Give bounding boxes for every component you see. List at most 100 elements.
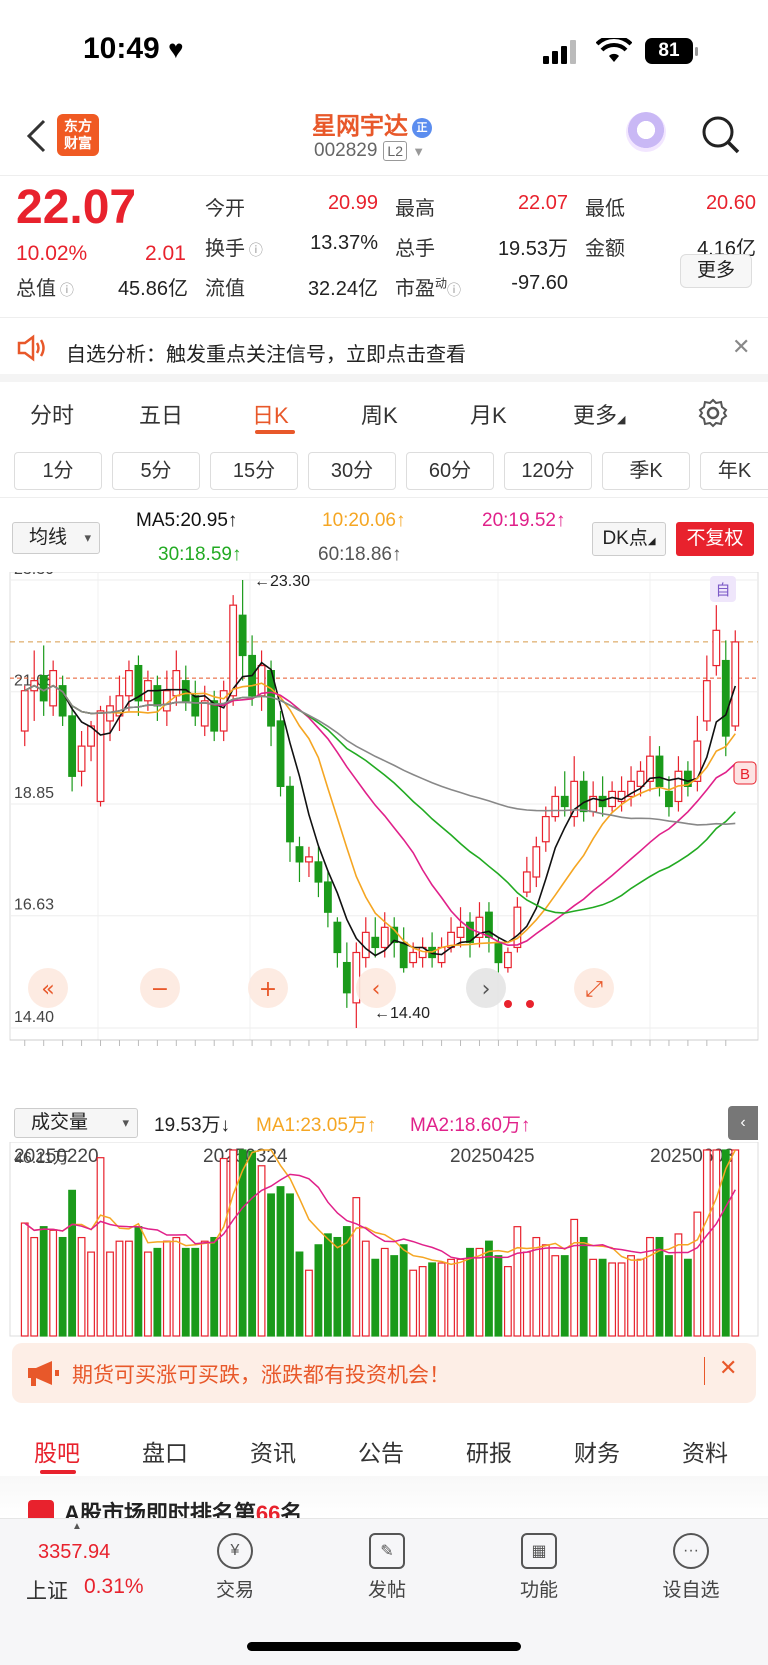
collapse-icon[interactable]: ‹: [728, 1106, 758, 1140]
volume-bar: [162, 1240, 171, 1337]
tab-pankou[interactable]: 盘口: [142, 1434, 188, 1468]
candle-body: [238, 614, 247, 657]
volume-bar: [219, 1157, 228, 1337]
info-icon[interactable]: ⓘ: [245, 242, 263, 258]
ma10-value: 10:20.06↑: [322, 510, 406, 531]
candle-body: [172, 670, 181, 697]
candle-body: [49, 670, 58, 707]
kline-chart[interactable]: 23.3021.0818.8516.6314.40←23.30←14.40自B«…: [0, 561, 768, 1167]
quote-panel: 22.07 10.02% 2.01 今开 20.99 最高 22.07 最低 2…: [0, 176, 768, 318]
candle-body: [560, 795, 569, 808]
close-icon[interactable]: ✕: [732, 334, 750, 360]
volume-selector[interactable]: 成交量: [14, 1108, 138, 1138]
tab-research[interactable]: 研报: [466, 1434, 512, 1468]
volume-bar: [49, 1229, 58, 1337]
volume-bar: [106, 1251, 114, 1337]
robot-avatar-icon[interactable]: [626, 112, 666, 152]
volume-bar: [210, 1236, 219, 1337]
period-60min[interactable]: 60分: [406, 452, 494, 490]
period-120min[interactable]: 120分: [504, 452, 592, 490]
volume-bar: [115, 1240, 124, 1337]
ma-legend: 均线 MA5:20.95↑ 10:20.06↑ 20:19.52↑ 30:18.…: [0, 510, 768, 572]
tab-intraday[interactable]: 分时: [30, 398, 74, 430]
home-indicator: [247, 1642, 521, 1651]
zoom-control-icon: ›: [482, 977, 491, 1002]
ranking-strip[interactable]: A股市场即时排名第66名: [0, 1476, 768, 1526]
nav-post[interactable]: ✎ 发帖: [342, 1533, 432, 1602]
volume-bar: [305, 1269, 313, 1337]
period-year-k[interactable]: 年K: [700, 452, 768, 490]
candle-body: [125, 670, 133, 697]
adjust-button[interactable]: 不复权: [676, 522, 754, 556]
volume-bar: [380, 1247, 389, 1337]
period-1min[interactable]: 1分: [14, 452, 102, 490]
promo-banner[interactable]: 期货可买涨可买跌，涨跌都有投资机会！ ✕: [12, 1343, 756, 1403]
candle-body: [20, 690, 29, 732]
nav-functions[interactable]: ▦ 功能: [494, 1533, 584, 1602]
candle-body: [257, 664, 266, 697]
gear-icon[interactable]: [697, 397, 729, 429]
volume-bar: [96, 1157, 105, 1337]
zoom-control-icon: «: [41, 977, 54, 1002]
mktcap-label: 总值 ⓘ: [16, 278, 74, 300]
page-dot: [504, 1000, 512, 1008]
volume-bar: [125, 1240, 133, 1337]
volume-bar: [456, 1258, 465, 1337]
period-quarter-k[interactable]: 季K: [602, 452, 690, 490]
more-dots-icon: ···: [673, 1533, 709, 1569]
float-cap-value: 32.24亿: [307, 278, 378, 300]
candle-body: [399, 941, 408, 969]
ma5-line: [24, 661, 737, 957]
candle-body: [305, 856, 313, 863]
volume-bar: [295, 1251, 304, 1337]
index-change: 0.31%: [84, 1575, 144, 1598]
back-icon[interactable]: [24, 118, 48, 154]
period-5min[interactable]: 5分: [112, 452, 200, 490]
candle-body: [513, 906, 522, 949]
tab-guba[interactable]: 股吧: [34, 1434, 80, 1468]
nav-trade[interactable]: ¥ 交易: [190, 1533, 280, 1602]
tab-indicator: [255, 430, 295, 434]
tab-monthly-k[interactable]: 月K: [470, 398, 507, 430]
info-icon[interactable]: ⓘ: [56, 282, 74, 298]
low-value: 20.60: [705, 192, 756, 214]
volume-bar: [143, 1251, 152, 1337]
indicator-selector[interactable]: 均线: [12, 522, 100, 554]
index-value[interactable]: 3357.94: [38, 1541, 110, 1564]
candle-body: [77, 745, 86, 772]
dk-point-button[interactable]: DK点◢: [592, 522, 666, 556]
info-icon[interactable]: ⓘ: [447, 282, 461, 298]
tab-indicator: [40, 1470, 76, 1474]
notice-text: 自选分析：触发重点关注信号，立即点击查看: [66, 344, 466, 366]
volume-bar: [731, 1149, 740, 1337]
candle-body: [532, 846, 541, 878]
period-15min[interactable]: 15分: [210, 452, 298, 490]
tab-finance[interactable]: 财务: [574, 1434, 620, 1468]
high-label: 最高: [395, 198, 435, 220]
volume-bar: [665, 1255, 673, 1337]
close-icon[interactable]: ✕: [719, 1355, 737, 1381]
notice-bar[interactable]: 自选分析：触发重点关注信号，立即点击查看 ✕: [0, 318, 768, 382]
volume-bar: [494, 1255, 503, 1337]
tab-daily-k[interactable]: 日K: [252, 398, 289, 430]
candle-body: [702, 680, 711, 722]
candle-body: [551, 795, 560, 818]
candle-body: [503, 951, 512, 969]
stock-header: 东方 财富 星网宇达正 002829 L2 ▼: [0, 100, 768, 176]
period-30min[interactable]: 30分: [308, 452, 396, 490]
tab-five-day[interactable]: 五日: [139, 398, 183, 430]
tab-announcements[interactable]: 公告: [358, 1434, 404, 1468]
tab-weekly-k[interactable]: 周K: [361, 398, 398, 430]
volume-bar: [323, 1233, 332, 1337]
zoom-control-icon: ‹: [372, 977, 381, 1002]
status-time: 10:49 ♥: [83, 32, 184, 65]
tab-news[interactable]: 资讯: [250, 1434, 296, 1468]
search-icon[interactable]: [700, 114, 742, 156]
more-button[interactable]: 更多: [680, 254, 752, 288]
tab-more[interactable]: 更多◢: [573, 398, 625, 430]
volume-bar: [390, 1255, 399, 1337]
tab-profile[interactable]: 资料: [682, 1434, 728, 1468]
stock-code[interactable]: 002829 L2 ▼: [314, 140, 425, 162]
candle-body: [342, 961, 351, 994]
nav-add-watchlist[interactable]: ··· 设自选: [646, 1533, 736, 1602]
